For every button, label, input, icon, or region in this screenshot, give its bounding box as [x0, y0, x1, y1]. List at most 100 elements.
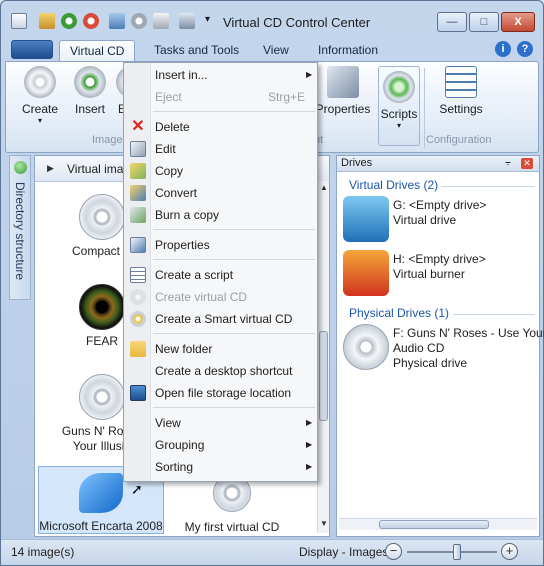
scrollbar-thumb[interactable]: [379, 520, 489, 529]
group-separator: [424, 68, 425, 148]
submenu-arrow-icon: ▶: [306, 70, 313, 79]
scroll-up-icon[interactable]: ▲: [320, 183, 328, 192]
virtual-drive-icon: [343, 196, 389, 242]
virtual-burner-icon: [343, 250, 389, 296]
settings-button[interactable]: Settings: [434, 66, 488, 116]
drive-type: Virtual drive: [393, 213, 457, 227]
image-list-icon[interactable]: [109, 13, 125, 29]
menu-item-properties[interactable]: Properties: [124, 234, 317, 256]
properties-button[interactable]: Properties: [312, 66, 374, 116]
create-button[interactable]: Create ▾: [20, 66, 60, 125]
properties-icon: [130, 237, 146, 253]
disc-icon[interactable]: [131, 13, 147, 29]
menu-item-delete[interactable]: ✕ Delete: [124, 116, 317, 138]
menu-item-label: View: [155, 416, 181, 430]
settings-checklist-icon: [445, 66, 477, 98]
close-icon[interactable]: ✕: [521, 158, 533, 169]
create-cd-icon: [24, 66, 56, 98]
scripts-label: Scripts: [380, 107, 418, 121]
menu-item-new-folder[interactable]: New folder: [124, 338, 317, 360]
tab-tasks-and-tools[interactable]: Tasks and Tools: [144, 40, 249, 61]
help-icon[interactable]: ?: [517, 41, 533, 57]
zoom-out-button[interactable]: −: [385, 543, 402, 560]
window-title: Virtual CD Control Center: [223, 15, 371, 30]
zoom-in-button[interactable]: +: [501, 543, 518, 560]
insert-label: Insert: [74, 102, 105, 116]
insert-cd-icon: [74, 66, 106, 98]
info-icon[interactable]: i: [495, 41, 511, 57]
tab-information[interactable]: Information: [308, 40, 388, 61]
menu-item-copy[interactable]: Copy: [124, 160, 317, 182]
physical-drives-heading: Physical Drives (1): [349, 306, 450, 320]
minimize-button[interactable]: —: [437, 12, 467, 32]
create-label: Create: [21, 102, 59, 116]
menu-item-label: Create a desktop shortcut: [155, 364, 293, 378]
menu-item-edit[interactable]: Edit: [124, 138, 317, 160]
menu-item-create-desktop-shortcut[interactable]: Create a desktop shortcut: [124, 360, 317, 382]
edit-icon: [130, 141, 146, 157]
directory-structure-label: Directory structure: [13, 182, 27, 281]
menu-item-label: Convert: [155, 186, 198, 200]
properties-icon[interactable]: [179, 13, 195, 29]
context-menu: Insert in... ▶ Eject Strg+E ✕ Delete Edi…: [123, 62, 318, 482]
burn-icon[interactable]: [153, 13, 169, 29]
app-menu-button[interactable]: [11, 40, 53, 59]
menu-item-label: Create a script: [155, 268, 234, 282]
images-scrollbar[interactable]: ▲ ▼: [317, 181, 329, 533]
menu-separator: [153, 229, 315, 230]
menu-item-label: Create a Smart virtual CD: [155, 312, 293, 326]
drive-f[interactable]: F: Guns N' Roses - Use Your Audio CD Phy…: [343, 324, 544, 376]
pin-icon[interactable]: ⨪: [505, 157, 511, 168]
drive-text: F: Guns N' Roses - Use Your Audio CD Phy…: [393, 326, 544, 371]
menu-item-view[interactable]: View ▶: [124, 412, 317, 434]
menu-item-label: Eject: [155, 90, 182, 104]
menu-item-burn-a-copy[interactable]: Burn a copy: [124, 204, 317, 226]
menu-item-create-virtual-cd[interactable]: Create virtual CD: [124, 286, 317, 308]
submenu-arrow-icon: ▶: [306, 440, 313, 449]
cd-eject-icon[interactable]: [61, 13, 77, 29]
dropdown-arrow-icon: ▾: [396, 121, 401, 130]
drives-scrollbar[interactable]: [339, 518, 537, 530]
drive-g[interactable]: G: <Empty drive> Virtual drive: [343, 196, 539, 244]
menu-item-label: Properties: [155, 238, 210, 252]
drive-text: G: <Empty drive> Virtual drive: [393, 198, 486, 228]
drives-panel-title: Drives: [341, 157, 373, 169]
menu-item-open-file-storage-location[interactable]: Open file storage location: [124, 382, 317, 404]
cd-down-icon[interactable]: [83, 13, 99, 29]
zoom-slider-thumb[interactable]: [453, 544, 461, 560]
images-panel-title: Virtual ima: [67, 162, 124, 176]
zoom-slider[interactable]: [407, 551, 497, 553]
scrollbar-thumb[interactable]: [319, 331, 328, 421]
menu-item-label: Delete: [155, 120, 190, 134]
scroll-down-icon[interactable]: ▼: [320, 519, 328, 528]
scripts-button[interactable]: Scripts ▾: [378, 66, 420, 146]
eye-icon: [79, 284, 125, 330]
menu-item-sorting[interactable]: Sorting ▶: [124, 456, 317, 478]
insert-button[interactable]: Insert: [70, 66, 110, 116]
tab-virtual-cd[interactable]: Virtual CD: [59, 40, 136, 61]
copy-icon: [130, 163, 146, 179]
virtual-drives-heading: Virtual Drives (2): [349, 178, 439, 192]
menu-item-create-a-script[interactable]: Create a script: [124, 264, 317, 286]
menu-separator: [153, 111, 315, 112]
maximize-button[interactable]: □: [469, 12, 499, 32]
qat-dropdown-icon[interactable]: ▾: [205, 14, 210, 25]
directory-structure-tab[interactable]: Directory structure: [9, 155, 31, 300]
expand-arrow-icon[interactable]: ▶: [47, 163, 54, 174]
menu-item-label: Sorting: [155, 460, 194, 474]
drive-h[interactable]: H: <Empty drive> Virtual burner: [343, 250, 539, 298]
image-item-my-first-virtual-cd[interactable]: My first virtual CD: [169, 474, 295, 535]
menu-item-insert-in[interactable]: Insert in... ▶: [124, 64, 317, 86]
app-window: ▾ Virtual CD Control Center — □ X Virtua…: [0, 0, 544, 566]
properties-label: Properties: [315, 102, 371, 116]
tab-view[interactable]: View: [253, 40, 299, 61]
menu-item-eject[interactable]: Eject Strg+E: [124, 86, 317, 108]
menu-item-grouping[interactable]: Grouping ▶: [124, 434, 317, 456]
menu-item-convert[interactable]: Convert: [124, 182, 317, 204]
menu-item-label: Edit: [155, 142, 176, 156]
edit-icon[interactable]: [39, 13, 55, 29]
drives-panel: Drives ⨪ ✕ Virtual Drives (2) G: <Empty …: [336, 155, 544, 537]
scripts-icon: [383, 71, 415, 103]
menu-item-create-smart-virtual-cd[interactable]: Create a Smart virtual CD: [124, 308, 317, 330]
close-button[interactable]: X: [501, 12, 535, 32]
